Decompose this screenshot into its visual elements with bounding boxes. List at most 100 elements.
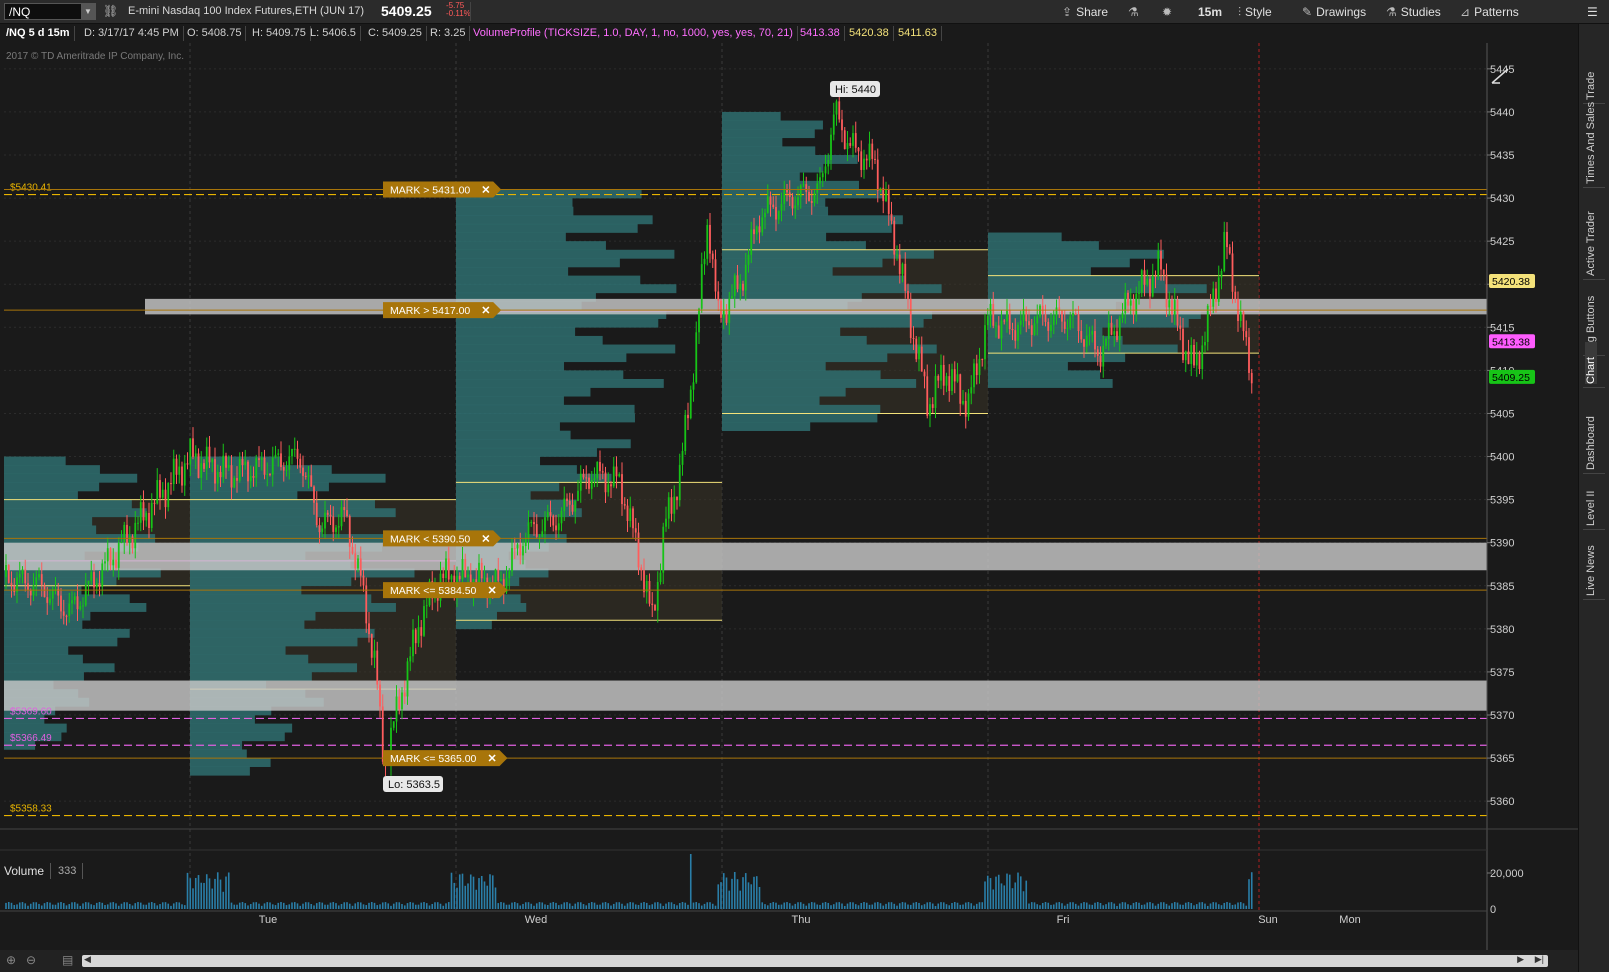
volume-bar [1110,902,1113,909]
calendar-icon[interactable]: ▤ [62,953,73,967]
candle-body [71,600,73,604]
profile-bar [456,430,571,440]
scroll-right-icon[interactable]: ▶ [1517,954,1524,965]
settings-button[interactable]: ✹ [1162,4,1176,20]
profile-bar [722,180,859,190]
volume-bar [1072,902,1074,909]
candle-body [656,581,659,611]
candle-body [1025,308,1028,322]
candle-body [670,497,673,514]
profile-bar [456,327,576,337]
zoom-in-icon[interactable]: ⊕ [6,953,16,967]
volume-bar [563,902,566,909]
tab-times-and-sales[interactable]: Times And Sales [1585,84,1597,184]
tab-active-trader[interactable]: Active Trader [1585,182,1597,276]
candle-body [1052,315,1055,325]
profile-bar [722,344,937,354]
y-tick-label: 5425 [1490,236,1514,248]
candle-body [610,484,612,487]
volume-bar [456,887,458,909]
time-scrollbar[interactable]: ◀ ▶ ▶| [82,954,1548,967]
timeframe-button[interactable]: 15m [1198,4,1222,20]
volume-bar [505,904,508,909]
volume-bar [1017,872,1019,909]
alert-tag[interactable]: MARK < 5390.50 ✕ [383,530,502,547]
candle-body [632,508,634,529]
price-chart[interactable]: $5430.41 $5369.60 $5366.49 $5358.33 MARK > … [0,43,1578,950]
volume-bar [489,874,491,909]
candle-body [695,332,698,383]
share-button[interactable]: ⇪ Share [1062,4,1108,20]
candle-body [321,528,324,533]
alert-tag[interactable]: MARK <= 5384.50 ✕ [383,582,508,599]
style-button[interactable]: ⫶ Style [1238,4,1272,20]
profile-bar [456,275,641,285]
candle-body [159,480,161,498]
alert-tag[interactable]: MARK > 5431.00 ✕ [383,181,502,198]
scroll-end-icon[interactable]: ▶| [1535,954,1544,965]
volume-bar [662,905,665,909]
volume-bar [167,903,170,909]
volume-bar [337,905,340,909]
volume-bar [981,902,984,909]
volume-bar [964,902,967,909]
close-icon[interactable]: ✕ [481,305,490,317]
scroll-left-icon[interactable]: ◀ [84,954,91,965]
profile-bar [4,491,78,500]
volume-bar [1096,902,1099,909]
candle-body [876,159,879,191]
candle-body [461,559,464,580]
candle-body [359,558,362,576]
volume-bar [65,905,68,909]
flask-button[interactable]: ⚗ [1128,4,1143,20]
profile-bar [190,637,358,647]
volume-bar [263,903,266,909]
close-icon[interactable]: ✕ [481,533,490,545]
tab-dashboard[interactable]: Dashboard [1585,388,1597,470]
alert-tag[interactable]: MARK <= 5365.00 ✕ [383,750,508,767]
profile-bar [4,654,83,664]
profile-bar [722,275,905,285]
zoom-out-icon[interactable]: ⊖ [26,953,36,967]
patterns-button[interactable]: ⊿ Patterns [1460,4,1519,20]
close-icon[interactable]: ✕ [481,184,490,196]
instrument-description: E-mini Nasdaq 100 Index Futures,ETH (JUN… [128,5,364,17]
chart-label[interactable]: /NQ 5 d 15m [2,26,75,41]
alert-tag[interactable]: MARK > 5417.00 ✕ [383,302,502,319]
candle-body [599,461,601,472]
volume-bar [1135,902,1138,909]
close-icon[interactable]: ✕ [488,753,497,765]
candle-body [258,458,260,461]
tab-live-news[interactable]: Live News [1585,516,1597,596]
drawings-button[interactable]: ✎ Drawings [1302,4,1366,20]
candle-body [307,475,310,477]
volume-bar [57,902,60,909]
profile-bar [988,249,1164,259]
candle-body [769,196,772,205]
tab-big-buttons[interactable]: Big Buttons [1585,266,1597,352]
candle-body [1033,323,1036,335]
chevron-down-icon[interactable]: ▼ [81,4,95,19]
profile-bar [190,654,309,664]
candle-body [706,224,709,259]
studies-button[interactable]: ⚗ Studies [1386,4,1441,20]
candle-body [1055,307,1058,316]
volume-bar [230,902,233,909]
candle-body [362,575,365,586]
volume-bar [491,875,494,909]
profile-bar [456,258,620,268]
volume-bar [1179,904,1182,909]
candle-body [618,474,621,477]
volume-bar [577,902,579,909]
tab-chart[interactable]: Chart [1585,342,1597,384]
volume-bar [1184,902,1187,909]
symbol-input[interactable]: /NQ ▼ [4,3,96,20]
close-icon[interactable]: ✕ [488,585,497,597]
volume-bar [1151,903,1154,909]
volume-bar [60,902,62,909]
menu-button[interactable]: ☰ [1587,4,1598,20]
volume-bar [926,902,929,909]
link-icon[interactable]: ⛓ [103,4,118,18]
study-label[interactable]: VolumeProfile (TICKSIZE, 1.0, DAY, 1, no… [469,26,798,41]
candle-body [1239,311,1242,322]
